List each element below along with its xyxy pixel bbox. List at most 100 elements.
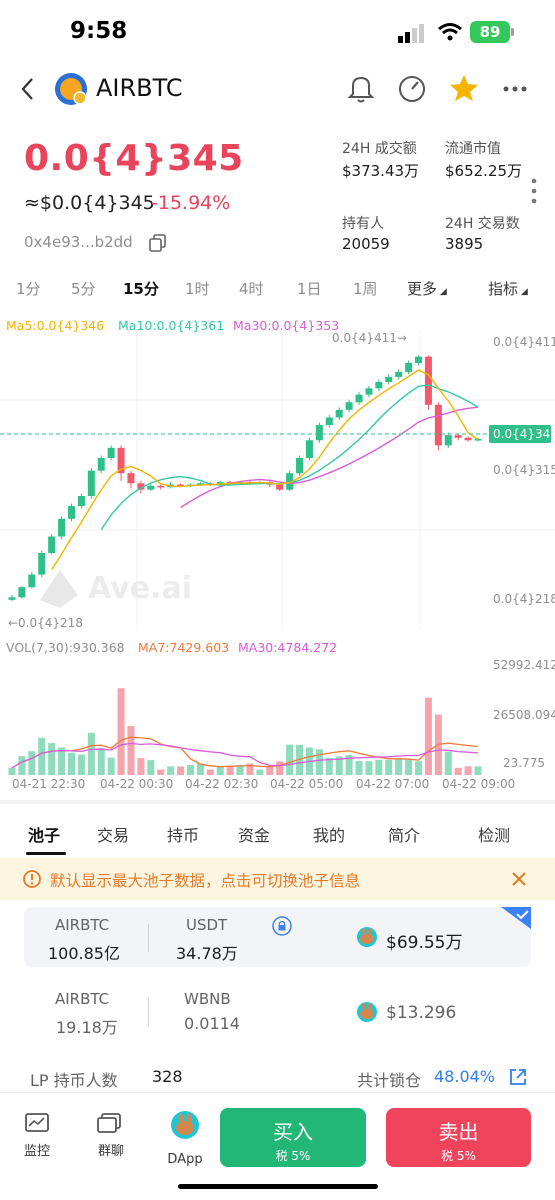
nav-monitor[interactable]: 监控 [14,1112,60,1159]
volume-bar [325,758,333,775]
candle-body [67,506,75,519]
signal-icon [398,24,424,43]
vol-label-mid: 26508.094 [493,708,555,722]
tf-15m[interactable]: 15分 [123,278,159,299]
volume-bar [216,766,224,775]
gauge-icon[interactable] [397,74,427,104]
caret-down-icon: ◢ [437,287,447,297]
price-chart[interactable]: Ave.ai 0.0{4}345 0.0{4}411 0.0{4}315 0.0… [0,330,555,630]
tf-1w[interactable]: 1周 [353,278,378,299]
watermark-logo: Ave.ai [40,570,192,608]
tf-more[interactable]: 更多 ◢ [407,278,447,299]
lock-icon [272,916,292,936]
volume-bar [395,758,403,775]
volume-bar [28,751,36,775]
buy-button[interactable]: 买入 税 5% [220,1108,366,1167]
tf-1h[interactable]: 1时 [185,278,210,299]
vertical-more-icon[interactable] [529,176,539,206]
tf-5m[interactable]: 5分 [71,278,96,299]
volume-bar [355,761,363,775]
star-icon[interactable] [448,73,480,103]
volume-bar [444,751,452,775]
pool2-b-name: WBNB [184,990,231,1008]
pool1-divider [148,924,149,952]
candle-body [107,447,115,458]
candle-body [365,388,373,395]
vol-ma30-label: MA30:4784.272 [238,640,338,655]
price-main: 0.0{4}345 [24,138,244,179]
tab-audit[interactable]: 检测 [478,822,510,846]
buy-tax: 税 5% [275,1149,311,1163]
volume-bar [375,759,383,775]
battery-cap [511,28,514,36]
x-label-2: 04-22 02:30 [185,777,258,791]
volume-bar [147,760,155,775]
x-label-0: 04-21 22:30 [12,777,85,791]
indicators-label: 指标 [488,280,519,298]
volume-bar [424,697,432,775]
pool1-value: $69.55万 [386,933,463,953]
tab-intro[interactable]: 简介 [388,822,420,846]
warning-icon [23,870,41,888]
stat-value-volume: $373.43万 [342,162,420,180]
volume-bar [127,725,135,775]
volume-bar [186,764,194,775]
tf-1m[interactable]: 1分 [16,278,41,299]
selected-check-icon [501,907,531,929]
volume-bar [77,754,85,775]
vol-label-max: 52992.412 [493,658,555,672]
volume-bar [157,769,165,775]
candle-body [87,470,95,496]
volume-bar [226,766,234,775]
candle-body [375,382,383,389]
volume-bar [48,743,56,775]
volume-bar [18,756,26,775]
indicators-button[interactable]: 指标 ◢ [488,278,528,299]
volume-bar [415,761,423,775]
lock-label: 共计锁仓 [357,1071,422,1090]
copy-icon[interactable] [148,233,168,253]
more-icon[interactable] [502,84,528,94]
candle-body [454,435,462,438]
status-time: 9:58 [70,18,128,44]
nav-chat[interactable]: 群聊 [88,1112,134,1159]
volume-bar [454,767,462,775]
volume-bar [266,766,274,775]
candle-body [127,473,135,484]
price-change: -15.94% [151,192,231,214]
candle-body [8,597,16,600]
tab-holders[interactable]: 持币 [167,822,199,846]
candle-body [434,404,442,446]
volume-chart[interactable]: 52992.412 26508.094 23.775 04-21 22:30 0… [0,655,555,795]
external-link-icon[interactable] [508,1067,528,1087]
high-mark: 0.0{4}411→ [332,331,407,345]
y-label-mid: 0.0{4}315 [493,463,555,477]
tab-mine[interactable]: 我的 [313,822,345,846]
candle-body [77,496,85,507]
candle-body [48,536,56,553]
y-label-low: 0.0{4}218 [493,592,555,606]
tab-pool[interactable]: 池子 [28,822,60,846]
sell-button[interactable]: 卖出 税 5% [386,1108,531,1167]
close-icon[interactable] [510,870,528,888]
tf-1d[interactable]: 1日 [297,278,322,299]
volume-bar [365,761,373,775]
notice-text: 默认显示最大池子数据，点击可切换池子信息 [50,872,361,890]
tf-4h[interactable]: 4时 [239,278,264,299]
x-label-3: 04-22 05:00 [270,777,343,791]
candle-body [335,409,343,418]
back-icon[interactable] [18,76,38,102]
volume-bar [405,759,413,775]
nav-dapp-label: DApp [167,1152,203,1167]
chat-icon [97,1113,121,1133]
volume-bar [177,766,185,775]
tab-trades[interactable]: 交易 [97,822,129,846]
tab-funds[interactable]: 资金 [238,822,270,846]
bell-icon[interactable] [347,74,375,104]
stat-label-mcap: 流通市值 [445,141,501,157]
tf-more-label: 更多 [407,280,438,298]
volume-bar [107,757,115,775]
nav-dapp[interactable]: DApp [162,1110,208,1167]
x-label-1: 04-22 00:30 [100,777,173,791]
candle-body [355,394,363,403]
